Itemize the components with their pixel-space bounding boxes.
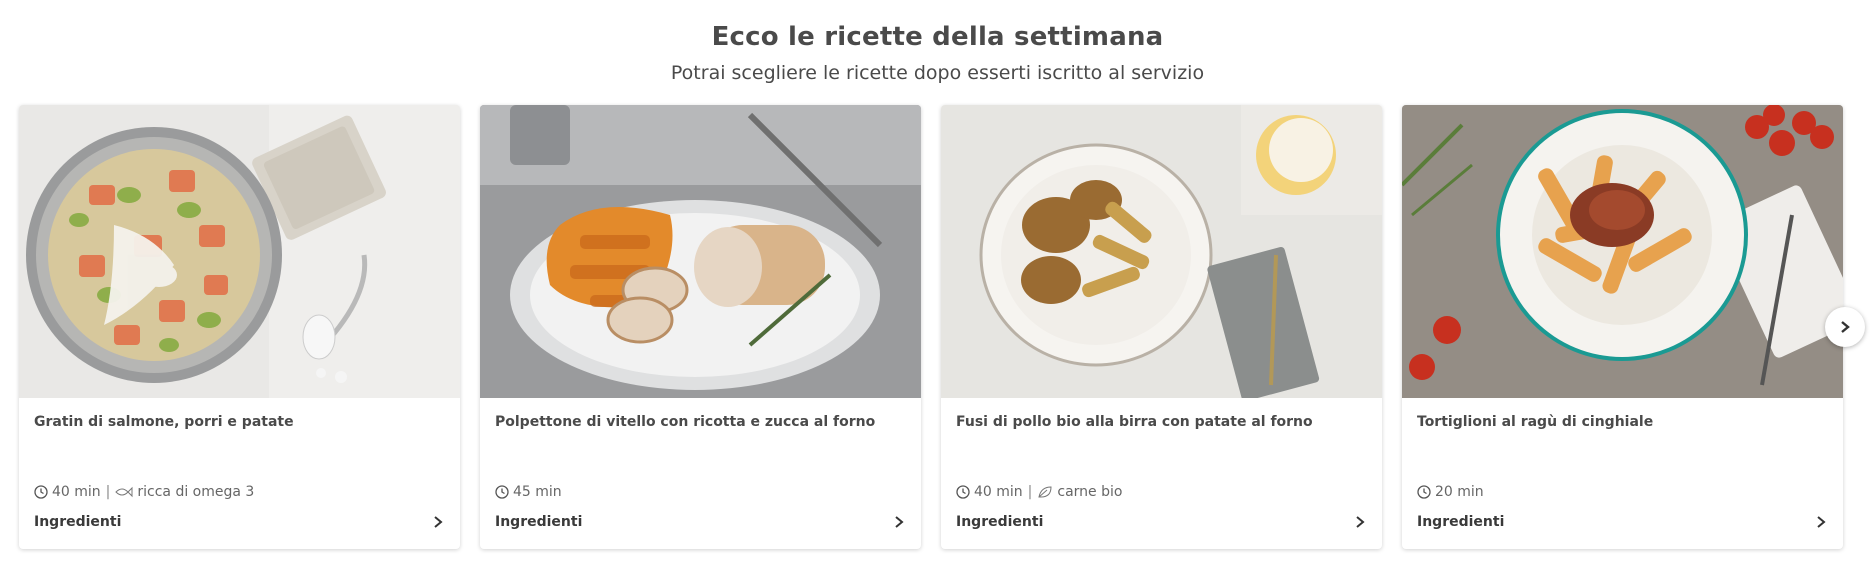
chevron-right-icon (1841, 321, 1850, 333)
recipe-time: 40 min (52, 484, 101, 500)
clock-icon (1417, 485, 1431, 499)
clock-icon (34, 485, 48, 499)
recipe-meta: 40 min | carne bio (956, 484, 1122, 500)
fish-icon (115, 486, 133, 498)
recipe-meta: 20 min (1417, 484, 1484, 500)
ingredients-label: Ingredienti (956, 514, 1044, 530)
recipe-card[interactable]: Gratin di salmone, porri e patate 40 min… (19, 105, 460, 549)
recipe-time: 20 min (1435, 484, 1484, 500)
recipe-title: Fusi di pollo bio alla birra con patate … (956, 414, 1313, 430)
ingredients-toggle[interactable]: Ingredienti (495, 509, 905, 535)
recipe-time: 40 min (974, 484, 1023, 500)
recipe-tag: ricca di omega 3 (137, 484, 255, 500)
recipe-carousel: Gratin di salmone, porri e patate 40 min… (0, 0, 1875, 566)
recipe-tag: carne bio (1057, 484, 1123, 500)
clock-icon (956, 485, 970, 499)
ingredients-label: Ingredienti (495, 514, 583, 530)
recipe-title: Gratin di salmone, porri e patate (34, 414, 294, 430)
ingredients-label: Ingredienti (34, 514, 122, 530)
meta-separator: | (1027, 484, 1033, 500)
chevron-right-icon[interactable] (1354, 515, 1366, 529)
chevron-right-icon[interactable] (893, 515, 905, 529)
recipe-image-salmon-gratin[interactable] (19, 105, 460, 398)
leaf-icon (1038, 486, 1052, 498)
chevron-right-icon[interactable] (432, 515, 444, 529)
recipe-time: 45 min (513, 484, 562, 500)
recipe-image-pasta[interactable] (1402, 105, 1843, 398)
ingredients-toggle[interactable]: Ingredienti (956, 509, 1366, 535)
recipe-meta: 40 min | ricca di omega 3 (34, 484, 254, 500)
carousel-next-button[interactable] (1825, 307, 1865, 347)
meta-separator: | (105, 484, 111, 500)
ingredients-toggle[interactable]: Ingredienti (1417, 509, 1827, 535)
ingredients-toggle[interactable]: Ingredienti (34, 509, 444, 535)
ingredients-label: Ingredienti (1417, 514, 1505, 530)
recipe-card[interactable]: Fusi di pollo bio alla birra con patate … (941, 105, 1382, 549)
recipe-card[interactable]: Polpettone di vitello con ricotta e zucc… (480, 105, 921, 549)
recipe-meta: 45 min (495, 484, 562, 500)
clock-icon (495, 485, 509, 499)
recipe-title: Tortiglioni al ragù di cinghiale (1417, 414, 1654, 430)
recipe-card[interactable]: Tortiglioni al ragù di cinghiale 20 min … (1402, 105, 1843, 549)
recipe-image-chicken[interactable] (941, 105, 1382, 398)
recipe-image-meatloaf[interactable] (480, 105, 921, 398)
recipe-title: Polpettone di vitello con ricotta e zucc… (495, 414, 876, 430)
chevron-right-icon[interactable] (1815, 515, 1827, 529)
